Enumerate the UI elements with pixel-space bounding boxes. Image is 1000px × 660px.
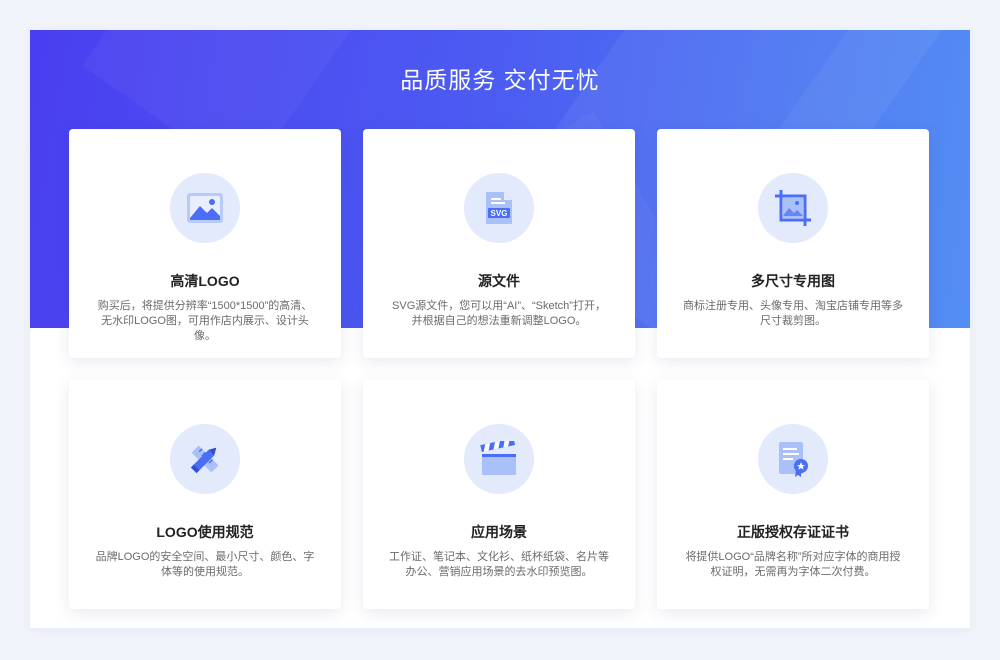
clapperboard-icon (464, 424, 534, 494)
certificate-icon (758, 424, 828, 494)
card-title: 正版授权存证证书 (737, 524, 849, 540)
card-description: 购买后，将提供分辨率“1500*1500”的高清、无水印LOGO图，可用作店内展… (97, 300, 313, 342)
feature-card-usage-guide: LOGO使用规范 品牌LOGO的安全空间、最小尺寸、颜色、字体等的使用规范。 (69, 380, 341, 609)
image-icon (170, 173, 240, 243)
card-title: LOGO使用规范 (156, 524, 254, 540)
card-description: 将提供LOGO“品牌名称”所对应字体的商用授权证明，无需再为字体二次付费。 (685, 551, 901, 578)
card-title: 高清LOGO (170, 273, 240, 289)
svg-badge-label: SVG (491, 209, 508, 218)
feature-card-license: 正版授权存证证书 将提供LOGO“品牌名称”所对应字体的商用授权证明，无需再为字… (657, 380, 929, 609)
section-title: 品质服务 交付无忧 (400, 67, 600, 93)
feature-card-source-file: SVG 源文件 SVG源文件，您可以用“AI”、“Sketch”打开，并根据自己… (363, 129, 635, 358)
crop-image-icon (758, 173, 828, 243)
feature-card-scenes: 应用场景 工作证、笔记本、文化衫、纸杯纸袋、名片等办公、营销应用场景的去水印预览… (363, 380, 635, 609)
card-description: SVG源文件，您可以用“AI”、“Sketch”打开，并根据自己的想法重新调整L… (392, 300, 606, 327)
card-description: 商标注册专用、头像专用、淘宝店铺专用等多尺寸裁剪图。 (683, 300, 903, 327)
card-title: 源文件 (478, 273, 520, 289)
features-panel: 品质服务 交付无忧 高清LOGO 购买后，将提供分辨率“1500*1500”的高… (30, 30, 970, 628)
card-title: 应用场景 (471, 524, 527, 540)
card-description: 品牌LOGO的安全空间、最小尺寸、颜色、字体等的使用规范。 (95, 551, 315, 578)
card-title: 多尺寸专用图 (751, 273, 835, 289)
ruler-pencil-icon (170, 424, 240, 494)
feature-card-multi-size: 多尺寸专用图 商标注册专用、头像专用、淘宝店铺专用等多尺寸裁剪图。 (657, 129, 929, 358)
feature-card-hd-logo: 高清LOGO 购买后，将提供分辨率“1500*1500”的高清、无水印LOGO图… (69, 129, 341, 358)
card-description: 工作证、笔记本、文化衫、纸杯纸袋、名片等办公、营销应用场景的去水印预览图。 (389, 551, 609, 578)
svg-file-icon: SVG (464, 173, 534, 243)
